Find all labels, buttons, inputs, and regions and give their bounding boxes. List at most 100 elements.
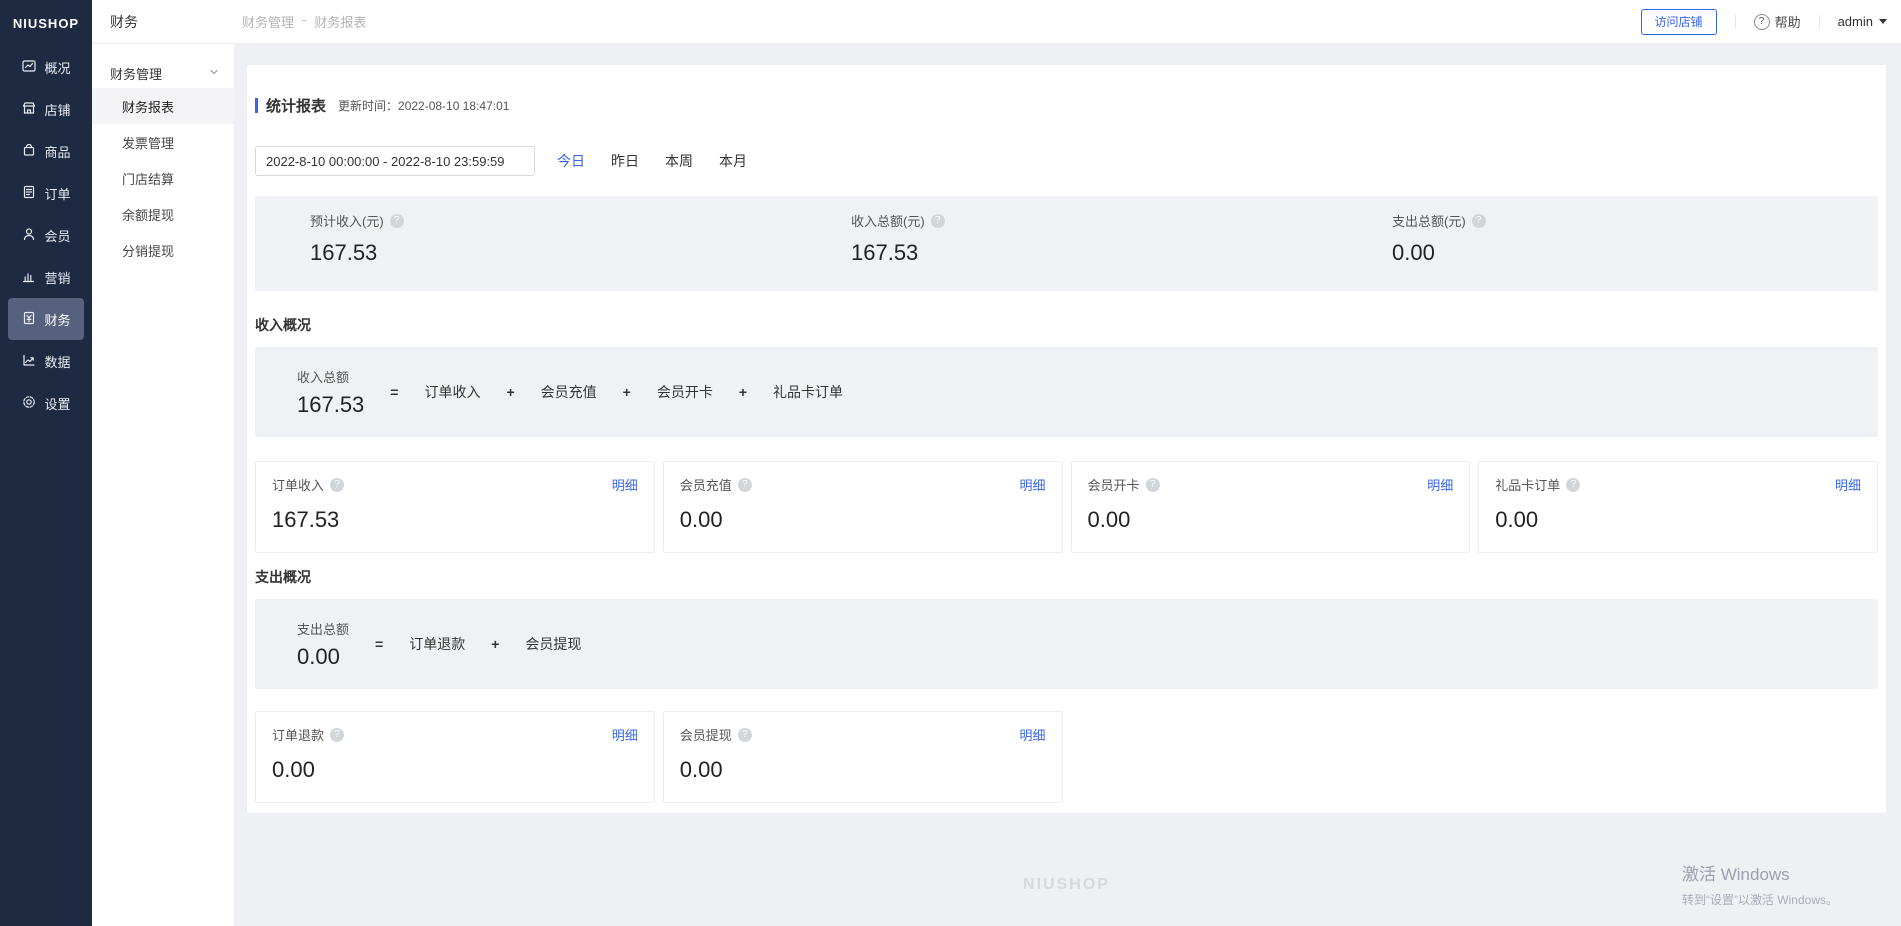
person-icon xyxy=(21,226,37,245)
quick-filters: 今日 昨日 本周 本月 xyxy=(557,151,747,171)
sidebar-item-orders[interactable]: 订单 xyxy=(8,172,84,214)
help-question-icon xyxy=(1754,14,1770,30)
summary-total-expense: 支出总额(元) 0.00 xyxy=(1337,196,1878,291)
summary-expected-income: 预计收入(元) 167.53 xyxy=(255,196,796,291)
equals-sign: = xyxy=(375,636,383,652)
detail-link[interactable]: 明细 xyxy=(612,475,638,494)
card-value: 167.53 xyxy=(272,507,638,533)
stat-label: 收入总额(元) xyxy=(851,211,925,230)
user-menu[interactable]: admin xyxy=(1838,14,1887,29)
sidebar-item-settings[interactable]: 设置 xyxy=(8,382,84,424)
filter-today[interactable]: 今日 xyxy=(557,151,585,171)
date-range-input[interactable] xyxy=(255,146,535,176)
app: NIUSHOP 概况 店铺 商品 订单 会员 xyxy=(0,0,1901,926)
caret-down-icon xyxy=(1879,19,1887,24)
question-mark-icon[interactable] xyxy=(330,728,344,742)
formula-term: 礼品卡订单 xyxy=(773,382,843,402)
sidebar-item-members[interactable]: 会员 xyxy=(8,214,84,256)
sidebar-item-label: 店铺 xyxy=(44,100,70,119)
card-top: 订单收入 明细 xyxy=(272,475,638,494)
report-card: 统计报表 更新时间：2022-08-10 18:47:01 今日 昨日 本周 本… xyxy=(247,65,1886,813)
card-label: 礼品卡订单 xyxy=(1495,475,1560,494)
submenu-group-label: 财务管理 xyxy=(110,64,162,83)
content-column: 财务管理 - 财务报表 访问店铺 帮助 admin xyxy=(234,0,1901,926)
brand-logo: NIUSHOP xyxy=(0,3,92,43)
visit-store-button[interactable]: 访问店铺 xyxy=(1641,9,1717,35)
detail-link[interactable]: 明细 xyxy=(1427,475,1453,494)
submenu-group-finance-management[interactable]: 财务管理 xyxy=(92,58,234,88)
question-mark-icon[interactable] xyxy=(738,728,752,742)
breadcrumb-parent[interactable]: 财务管理 xyxy=(242,12,294,31)
sidebar-item-data[interactable]: 数据 xyxy=(8,340,84,382)
date-filter-row: 今日 昨日 本周 本月 xyxy=(255,146,1878,176)
submenu-item-balance-withdrawal[interactable]: 余额提现 xyxy=(92,196,234,232)
card-order-income: 订单收入 明细 167.53 xyxy=(255,461,655,553)
card-top: 会员提现 明细 xyxy=(680,725,1046,744)
question-mark-icon[interactable] xyxy=(1472,214,1486,228)
card-value: 0.00 xyxy=(272,757,638,783)
gear-icon xyxy=(21,394,37,413)
detail-link[interactable]: 明细 xyxy=(1835,475,1861,494)
sidebar-item-marketing[interactable]: 营销 xyxy=(8,256,84,298)
equals-sign: = xyxy=(390,384,398,400)
filter-yesterday[interactable]: 昨日 xyxy=(611,151,639,171)
sidebar-item-goods[interactable]: 商品 xyxy=(8,130,84,172)
title-accent-bar xyxy=(255,98,258,113)
question-mark-icon[interactable] xyxy=(738,478,752,492)
filter-this-week[interactable]: 本周 xyxy=(665,151,693,171)
clipboard-icon xyxy=(21,184,37,203)
sidebar-item-store[interactable]: 店铺 xyxy=(8,88,84,130)
activate-windows-title: 激活 Windows xyxy=(1682,860,1838,885)
income-cards-row: 订单收入 明细 167.53 会员充值 明细 0.00 xyxy=(255,461,1878,553)
detail-link[interactable]: 明细 xyxy=(612,725,638,744)
card-value: 0.00 xyxy=(680,507,1046,533)
card-label: 会员提现 xyxy=(680,725,732,744)
question-mark-icon[interactable] xyxy=(1566,478,1580,492)
detail-link[interactable]: 明细 xyxy=(1019,725,1045,744)
formula-term: 会员提现 xyxy=(525,634,581,654)
submenu-item-store-settlement[interactable]: 门店结算 xyxy=(92,160,234,196)
stat-label-row: 预计收入(元) xyxy=(310,211,796,230)
sidebar-item-label: 财务 xyxy=(44,310,70,329)
help-label: 帮助 xyxy=(1775,12,1801,31)
expense-formula-total: 支出总额 0.00 xyxy=(297,619,349,670)
activate-windows-subtitle: 转到“设置”以激活 Windows。 xyxy=(1682,891,1838,908)
question-mark-icon[interactable] xyxy=(390,214,404,228)
card-member-card-opening: 会员开卡 明细 0.00 xyxy=(1071,461,1471,553)
stat-label: 预计收入(元) xyxy=(310,211,384,230)
windows-activation-notice: 激活 Windows 转到“设置”以激活 Windows。 xyxy=(1682,860,1838,908)
topbar-divider xyxy=(1819,15,1820,29)
submenu-item-invoice-management[interactable]: 发票管理 xyxy=(92,124,234,160)
card-member-withdrawal: 会员提现 明细 0.00 xyxy=(663,711,1063,803)
submenu-item-distribution-withdrawal[interactable]: 分销提现 xyxy=(92,232,234,268)
summary-total-income: 收入总额(元) 167.53 xyxy=(796,196,1337,291)
formula-term: 会员开卡 xyxy=(657,382,713,402)
stat-label-row: 收入总额(元) xyxy=(851,211,1337,230)
primary-nav: 概况 店铺 商品 订单 会员 营销 xyxy=(0,46,92,424)
chevron-down-icon xyxy=(208,66,220,81)
formula-term: 会员充值 xyxy=(541,382,597,402)
income-overview-heading: 收入概况 xyxy=(255,315,1878,335)
stat-value: 167.53 xyxy=(310,240,796,266)
breadcrumb-separator: - xyxy=(302,12,306,31)
help-button[interactable]: 帮助 xyxy=(1754,12,1801,31)
expense-overview-heading: 支出概况 xyxy=(255,567,1878,587)
detail-link[interactable]: 明细 xyxy=(1019,475,1045,494)
submenu-item-financial-report[interactable]: 财务报表 xyxy=(92,88,234,124)
card-value: 0.00 xyxy=(1088,507,1454,533)
question-mark-icon[interactable] xyxy=(330,478,344,492)
question-mark-icon[interactable] xyxy=(931,214,945,228)
summary-band: 预计收入(元) 167.53 收入总额(元) 167.53 xyxy=(255,196,1878,291)
trend-chart-icon xyxy=(21,352,37,371)
sidebar-item-overview[interactable]: 概况 xyxy=(8,46,84,88)
breadcrumb: 财务管理 - 财务报表 xyxy=(242,12,366,31)
sidebar-item-finance[interactable]: 财务 xyxy=(8,298,84,340)
filter-this-month[interactable]: 本月 xyxy=(719,151,747,171)
submenu-title: 财务 xyxy=(92,0,234,44)
question-mark-icon[interactable] xyxy=(1146,478,1160,492)
card-top: 会员充值 明细 xyxy=(680,475,1046,494)
finance-yen-icon xyxy=(21,310,37,329)
topbar-divider xyxy=(1735,15,1736,29)
card-gift-card-orders: 礼品卡订单 明细 0.00 xyxy=(1478,461,1878,553)
formula-total-value: 167.53 xyxy=(297,392,364,418)
